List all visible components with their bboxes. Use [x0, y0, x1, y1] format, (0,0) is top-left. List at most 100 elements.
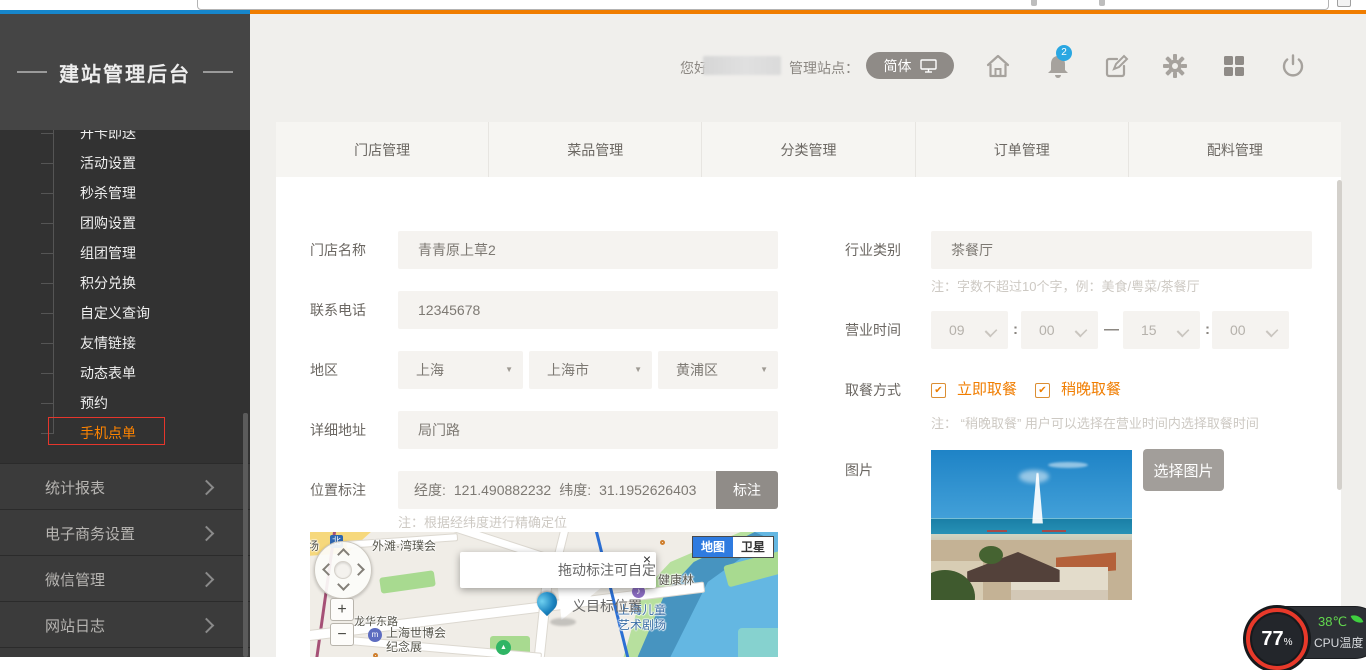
sidebar-section-reports[interactable]: 统计报表	[0, 463, 250, 510]
lng-label: 经度:	[414, 471, 446, 509]
home-button[interactable]	[984, 52, 1012, 80]
tab-order-manage[interactable]: 订单管理	[916, 122, 1129, 177]
tab-category-manage[interactable]: 分类管理	[702, 122, 915, 177]
pan-down-icon[interactable]	[337, 578, 350, 591]
cpu-usage-gauge[interactable]: 77 %	[1246, 608, 1308, 670]
caret-down-icon: ▼	[634, 351, 642, 389]
monitor-icon	[920, 59, 937, 73]
browser-icon-stub	[1099, 0, 1105, 6]
infowindow-close-icon[interactable]: ×	[643, 552, 651, 566]
tab-store-manage[interactable]: 门店管理	[276, 122, 489, 177]
sidebar-item-dynamic-form[interactable]: 动态表单	[80, 363, 136, 383]
language-label: 简体	[884, 56, 912, 76]
chevron-right-icon	[199, 479, 215, 495]
sidebar-section-ecommerce[interactable]: 电子商务设置	[0, 509, 250, 556]
sidebar-item-groupbuy[interactable]: 团购设置	[80, 213, 136, 233]
chevron-right-icon	[199, 617, 215, 633]
open-minute-select[interactable]: 00	[1021, 311, 1098, 349]
phone-label: 联系电话	[310, 301, 366, 319]
pan-right-icon[interactable]	[352, 563, 365, 576]
map-poi-dot	[660, 540, 665, 545]
brand-dash-left	[17, 71, 47, 73]
chevron-down-icon	[1266, 325, 1279, 338]
cpu-temp-label: CPU温度	[1314, 634, 1363, 651]
map-zoom-out-button[interactable]: −	[330, 623, 354, 646]
map-label-chang: 场	[310, 537, 319, 554]
close-minute-select[interactable]: 00	[1212, 311, 1289, 349]
sidebar-item-activity[interactable]: 活动设置	[80, 153, 136, 173]
map-infowindow: 拖动标注可自定义目标位置 ×	[460, 552, 656, 588]
sidebar-item-links[interactable]: 友情链接	[80, 333, 136, 353]
lat-value: 31.1952626403	[599, 471, 696, 509]
store-name-input[interactable]: 青青原上草2	[398, 231, 778, 269]
sidebar-item-custom-query[interactable]: 自定义查询	[80, 303, 150, 323]
lng-value: 121.490882232	[454, 471, 551, 509]
chevron-down-icon	[1177, 325, 1190, 338]
edit-button[interactable]	[1102, 52, 1130, 80]
grid-icon	[1220, 52, 1248, 80]
caret-down-icon: ▼	[505, 351, 513, 389]
open-hour-select[interactable]: 09	[931, 311, 1008, 349]
map-pan-control[interactable]	[314, 541, 372, 599]
settings-button[interactable]	[1161, 52, 1189, 80]
industry-input[interactable]: 茶餐厅	[931, 231, 1312, 269]
industry-note: 注：字数不超过10个字，例：美食/粤菜/茶餐厅	[931, 276, 1200, 295]
map-water-patch	[738, 628, 778, 657]
district-select[interactable]: 黄浦区 ▼	[658, 351, 778, 389]
baidu-map[interactable]: 场 外滩·湾璞会 龙华东路 上海世博会 纪念展 健康林 上海儿童 艺术剧场 m …	[310, 532, 778, 657]
sidebar-item-points[interactable]: 积分兑换	[80, 273, 136, 293]
sidebar-section-logs[interactable]: 网站日志	[0, 601, 250, 648]
industry-label: 行业类别	[845, 241, 901, 259]
pickup-note: 注： “稍晚取餐” 用户可以选择在营业时间内选择取餐时间	[931, 413, 1259, 432]
cpu-temperature: 38℃	[1318, 614, 1347, 630]
apps-button[interactable]	[1220, 52, 1248, 80]
sidebar-item-seckill[interactable]: 秒杀管理	[80, 183, 136, 203]
cpu-percent-unit: %	[1284, 637, 1293, 648]
map-label-expo-2: 纪念展	[386, 638, 422, 655]
pickup-later-label[interactable]: 稍晚取餐	[1061, 381, 1121, 399]
pan-left-icon[interactable]	[322, 563, 335, 576]
close-hour-select[interactable]: 15	[1123, 311, 1200, 349]
pickup-label: 取餐方式	[845, 381, 901, 399]
content-scrollbar[interactable]	[1337, 180, 1342, 490]
chevron-down-icon	[1075, 325, 1088, 338]
province-select[interactable]: 上海 ▼	[398, 351, 523, 389]
sidebar: 开卡即送 活动设置 秒杀管理 团购设置 组团管理 积分兑换 自定义查询 友情链接…	[0, 14, 250, 657]
sidebar-section-wechat[interactable]: 微信管理	[0, 555, 250, 602]
logout-button[interactable]	[1279, 52, 1307, 80]
map-type-toggle[interactable]: 地图 卫星	[692, 536, 774, 558]
sidebar-section-partial	[0, 647, 250, 657]
phone-input[interactable]: 12345678	[398, 291, 778, 329]
sidebar-scrollbar[interactable]	[243, 413, 248, 657]
address-input[interactable]: 局门路	[398, 411, 778, 449]
checkbox-check-icon: ✔	[1038, 385, 1046, 396]
map-label-bund: 外滩·湾璞会	[372, 537, 436, 554]
mark-location-button[interactable]: 标注	[716, 471, 778, 509]
address-label: 详细地址	[310, 421, 366, 439]
infowindow-text: 拖动标注可自定义目标位置	[558, 552, 656, 624]
language-switch-button[interactable]: 简体	[866, 52, 954, 79]
sidebar-item-booking[interactable]: 预约	[80, 393, 108, 413]
satellite-mode-button[interactable]: 卫星	[733, 537, 773, 557]
map-mode-button[interactable]: 地图	[693, 537, 733, 557]
tab-dish-manage[interactable]: 菜品管理	[489, 122, 702, 177]
pan-up-icon[interactable]	[337, 548, 350, 561]
lat-label: 纬度:	[559, 471, 591, 509]
map-park	[379, 570, 436, 593]
pickup-now-label[interactable]: 立即取餐	[957, 381, 1017, 399]
brand-dash-right	[203, 71, 233, 73]
cpu-percent: 77	[1261, 628, 1283, 651]
choose-image-button[interactable]: 选择图片	[1143, 449, 1224, 491]
region-label: 地区	[310, 361, 338, 379]
sidebar-item-group-manage[interactable]: 组团管理	[80, 243, 136, 263]
pan-knob[interactable]	[334, 561, 352, 579]
browser-top-fragment	[0, 0, 1366, 10]
map-zoom-in-button[interactable]: +	[330, 598, 354, 621]
location-input[interactable]: 经度: 121.490882232 纬度: 31.1952626403	[398, 471, 716, 509]
museum-poi-icon: m	[368, 628, 382, 642]
pickup-later-checkbox[interactable]: ✔	[1035, 383, 1050, 398]
pickup-now-checkbox[interactable]: ✔	[931, 383, 946, 398]
chevron-right-icon	[199, 571, 215, 587]
city-select[interactable]: 上海市 ▼	[529, 351, 652, 389]
tab-ingredient-manage[interactable]: 配料管理	[1129, 122, 1341, 177]
